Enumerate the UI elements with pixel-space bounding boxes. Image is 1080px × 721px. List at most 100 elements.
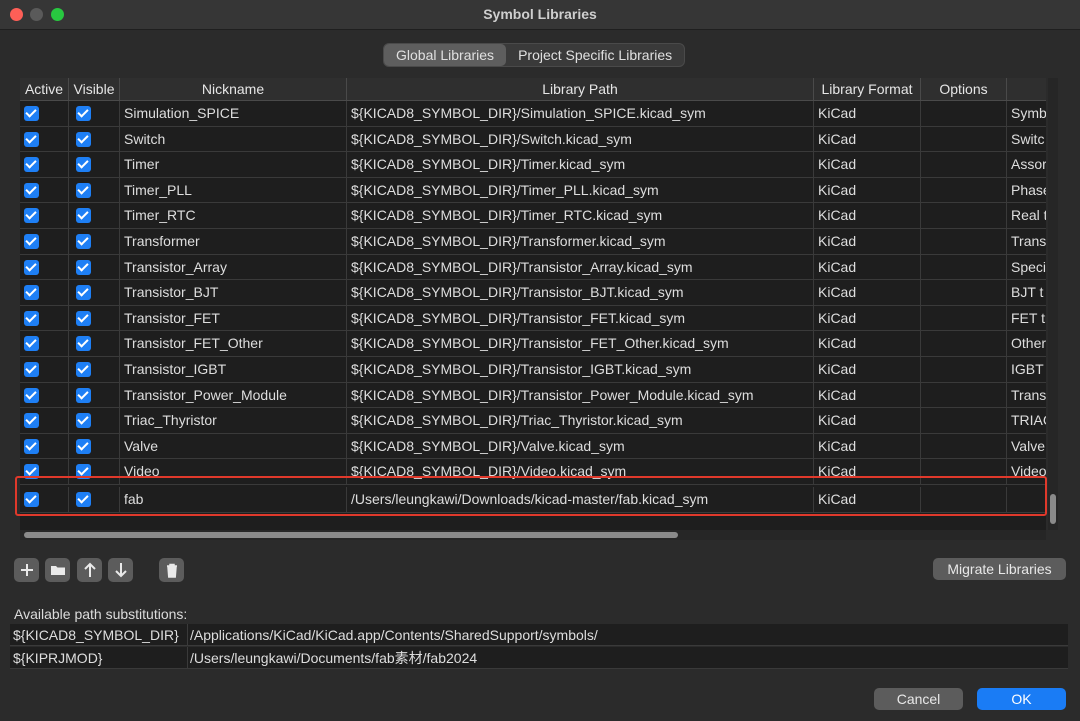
table-row[interactable]: Simulation_SPICE ${KICAD8_SYMBOL_DIR}/Sim… xyxy=(20,101,1046,127)
visible-checkbox[interactable] xyxy=(76,182,91,198)
library-path-cell[interactable]: ${KICAD8_SYMBOL_DIR}/Triac_Thyristor.kic… xyxy=(347,408,814,434)
library-format-cell[interactable]: KiCad xyxy=(814,331,921,357)
column-header-visible[interactable]: Visible xyxy=(69,78,120,101)
active-checkbox[interactable] xyxy=(24,285,39,301)
library-path-cell[interactable]: ${KICAD8_SYMBOL_DIR}/Timer_PLL.kicad_sym xyxy=(347,177,814,204)
vertical-scrollbar[interactable] xyxy=(1048,78,1058,530)
library-path-cell[interactable]: ${KICAD8_SYMBOL_DIR}/Switch.kicad_sym xyxy=(347,126,814,153)
table-row[interactable]: Transistor_IGBT ${KICAD8_SYMBOL_DIR}/Tran… xyxy=(20,357,1046,383)
column-header-options[interactable]: Options xyxy=(921,78,1007,101)
description-cell[interactable]: Other xyxy=(1007,331,1046,357)
visible-checkbox[interactable] xyxy=(76,413,91,429)
column-header-library-format[interactable]: Library Format xyxy=(814,78,921,101)
description-cell[interactable]: FET tr xyxy=(1007,306,1046,332)
table-row[interactable]: Transistor_BJT ${KICAD8_SYMBOL_DIR}/Trans… xyxy=(20,280,1046,306)
visible-checkbox[interactable] xyxy=(76,157,91,173)
description-cell[interactable]: Speci xyxy=(1007,255,1046,281)
library-format-cell[interactable]: KiCad xyxy=(814,280,921,306)
library-path-cell[interactable]: ${KICAD8_SYMBOL_DIR}/Transistor_BJT.kica… xyxy=(347,280,814,306)
description-cell[interactable]: Trans xyxy=(1007,229,1046,255)
library-path-cell[interactable]: ${KICAD8_SYMBOL_DIR}/Transistor_Array.ki… xyxy=(347,254,814,281)
substitution-row[interactable]: ${KIPRJMOD} /Users/leungkawi/Documents/f… xyxy=(10,647,1068,669)
library-format-cell[interactable]: KiCad xyxy=(814,433,921,460)
table-row[interactable]: Transistor_Power_Module ${KICAD8_SYMBOL_D… xyxy=(20,382,1046,409)
nickname-cell[interactable]: Switch xyxy=(120,126,347,153)
vertical-scroll-thumb[interactable] xyxy=(1050,494,1056,524)
options-cell[interactable] xyxy=(921,382,1007,409)
visible-checkbox[interactable] xyxy=(76,387,91,403)
visible-checkbox[interactable] xyxy=(76,234,91,249)
visible-checkbox[interactable] xyxy=(76,131,91,147)
active-checkbox[interactable] xyxy=(24,336,39,352)
active-checkbox[interactable] xyxy=(24,310,39,326)
nickname-cell[interactable]: Triac_Thyristor xyxy=(120,408,347,434)
library-path-cell[interactable]: ${KICAD8_SYMBOL_DIR}/Timer.kicad_sym xyxy=(347,152,814,178)
table-row[interactable]: Valve ${KICAD8_SYMBOL_DIR}/Valve.kicad_sy… xyxy=(20,433,1046,460)
nickname-cell[interactable]: Simulation_SPICE xyxy=(120,101,347,127)
library-format-cell[interactable]: KiCad xyxy=(814,254,921,281)
nickname-cell[interactable]: Transistor_IGBT xyxy=(120,357,347,383)
active-checkbox[interactable] xyxy=(24,208,39,224)
table-row[interactable]: Transistor_FET_Other ${KICAD8_SYMBOL_DIR}… xyxy=(20,331,1046,357)
table-row[interactable]: Timer_RTC ${KICAD8_SYMBOL_DIR}/Timer_RTC.… xyxy=(20,203,1046,229)
active-checkbox[interactable] xyxy=(24,234,39,249)
description-cell[interactable]: IGBT xyxy=(1007,357,1046,383)
nickname-cell[interactable]: Transistor_FET xyxy=(120,305,347,332)
column-header-library-path[interactable]: Library Path xyxy=(347,78,814,101)
table-row[interactable]: Triac_Thyristor ${KICAD8_SYMBOL_DIR}/Tria… xyxy=(20,408,1046,434)
library-format-cell[interactable]: KiCad xyxy=(814,357,921,383)
library-path-cell[interactable]: ${KICAD8_SYMBOL_DIR}/Transistor_Power_Mo… xyxy=(347,382,814,409)
column-header-description[interactable] xyxy=(1007,78,1046,101)
library-path-cell[interactable]: ${KICAD8_SYMBOL_DIR}/Transistor_FET_Othe… xyxy=(347,331,814,357)
visible-checkbox[interactable] xyxy=(76,106,91,121)
active-checkbox[interactable] xyxy=(24,387,39,403)
move-up-button[interactable] xyxy=(77,558,102,582)
horizontal-scrollbar[interactable] xyxy=(20,530,1046,540)
tab-project-specific-libraries[interactable]: Project Specific Libraries xyxy=(506,44,684,66)
browse-library-button[interactable] xyxy=(45,558,70,582)
active-checkbox[interactable] xyxy=(24,413,39,429)
library-format-cell[interactable]: KiCad xyxy=(814,382,921,409)
library-format-cell[interactable]: KiCad xyxy=(814,305,921,332)
table-row[interactable]: Transistor_Array ${KICAD8_SYMBOL_DIR}/Tra… xyxy=(20,254,1046,281)
visible-checkbox[interactable] xyxy=(76,438,91,454)
visible-checkbox[interactable] xyxy=(76,362,91,377)
active-checkbox[interactable] xyxy=(24,106,39,121)
active-checkbox[interactable] xyxy=(24,131,39,147)
nickname-cell[interactable]: Timer xyxy=(120,152,347,178)
library-format-cell[interactable]: KiCad xyxy=(814,408,921,434)
table-row[interactable]: Timer_PLL ${KICAD8_SYMBOL_DIR}/Timer_PLL.… xyxy=(20,177,1046,204)
library-path-cell[interactable]: ${KICAD8_SYMBOL_DIR}/Valve.kicad_sym xyxy=(347,433,814,460)
library-path-cell[interactable]: ${KICAD8_SYMBOL_DIR}/Simulation_SPICE.ki… xyxy=(347,101,814,127)
table-row[interactable]: Transistor_FET ${KICAD8_SYMBOL_DIR}/Trans… xyxy=(20,305,1046,332)
nickname-cell[interactable]: Transformer xyxy=(120,229,347,255)
description-cell[interactable]: Symb xyxy=(1007,101,1046,127)
description-cell[interactable]: Phase xyxy=(1007,178,1046,204)
visible-checkbox[interactable] xyxy=(76,208,91,224)
description-cell[interactable]: Assor xyxy=(1007,152,1046,178)
options-cell[interactable] xyxy=(921,101,1007,127)
table-row[interactable]: Timer ${KICAD8_SYMBOL_DIR}/Timer.kicad_sy… xyxy=(20,152,1046,178)
description-cell[interactable]: BJT t xyxy=(1007,280,1046,306)
visible-checkbox[interactable] xyxy=(76,259,91,275)
nickname-cell[interactable]: Transistor_BJT xyxy=(120,280,347,306)
active-checkbox[interactable] xyxy=(24,157,39,173)
library-format-cell[interactable]: KiCad xyxy=(814,229,921,255)
visible-checkbox[interactable] xyxy=(76,336,91,352)
add-library-button[interactable] xyxy=(14,558,39,582)
options-cell[interactable] xyxy=(921,433,1007,460)
library-format-cell[interactable]: KiCad xyxy=(814,126,921,153)
description-cell[interactable]: Switc xyxy=(1007,127,1046,153)
table-row[interactable]: Transformer ${KICAD8_SYMBOL_DIR}/Transfor… xyxy=(20,229,1046,255)
description-cell[interactable]: Trans xyxy=(1007,383,1046,409)
visible-checkbox[interactable] xyxy=(76,285,91,301)
options-cell[interactable] xyxy=(921,357,1007,383)
options-cell[interactable] xyxy=(921,254,1007,281)
library-format-cell[interactable]: KiCad xyxy=(814,203,921,229)
table-row[interactable]: Switch ${KICAD8_SYMBOL_DIR}/Switch.kicad_… xyxy=(20,126,1046,153)
library-format-cell[interactable]: KiCad xyxy=(814,101,921,127)
options-cell[interactable] xyxy=(921,229,1007,255)
library-path-cell[interactable]: ${KICAD8_SYMBOL_DIR}/Transistor_FET.kica… xyxy=(347,305,814,332)
column-header-active[interactable]: Active xyxy=(20,78,69,101)
description-cell[interactable]: Valve xyxy=(1007,434,1046,460)
